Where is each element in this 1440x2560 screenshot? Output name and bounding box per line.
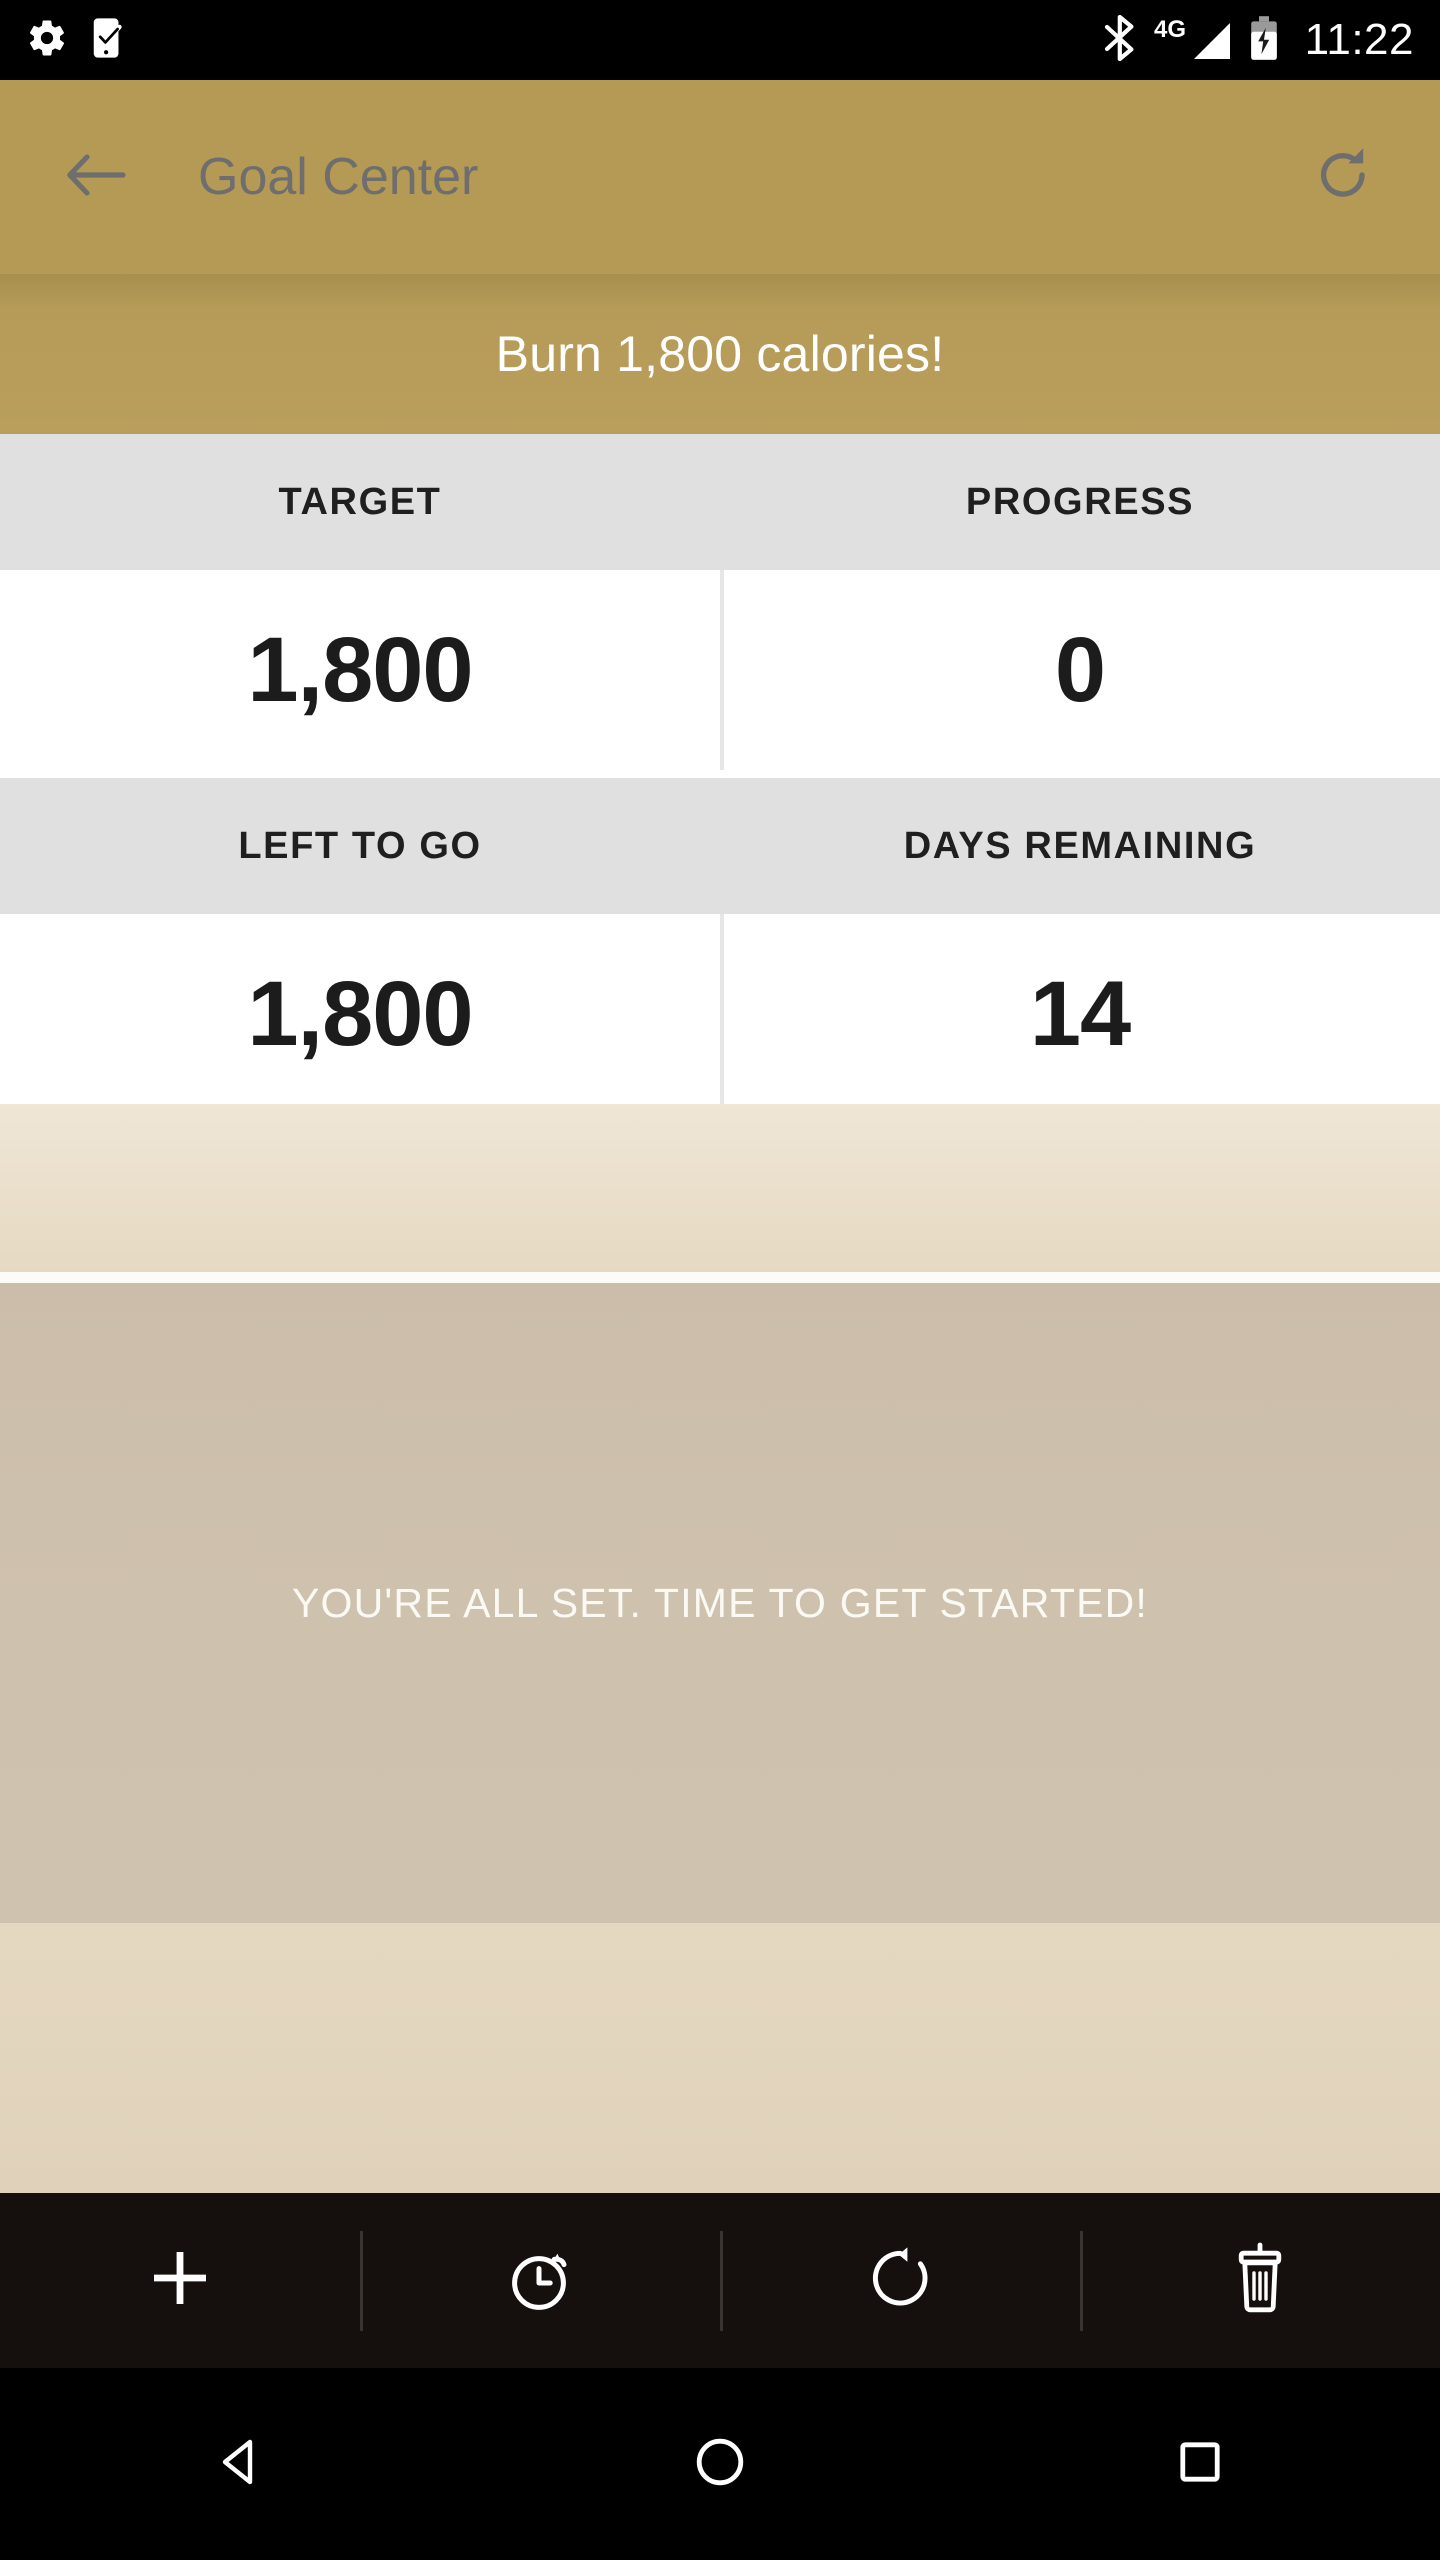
stat-value-progress: 0 <box>1054 619 1106 721</box>
stats-grid: TARGET PROGRESS 1,800 0 LEFT TO GO DAYS … <box>0 434 1440 1114</box>
delete-button[interactable] <box>1080 2193 1440 2368</box>
stats-header-row: TARGET PROGRESS <box>0 434 1440 570</box>
status-bar-clock: 11:22 <box>1304 15 1414 64</box>
refresh-button[interactable] <box>1302 135 1386 219</box>
page-title: Goal Center <box>198 148 479 206</box>
bluetooth-icon <box>1103 14 1137 66</box>
timer-button[interactable] <box>360 2193 720 2368</box>
stat-label-left-to-go: LEFT TO GO <box>238 824 482 867</box>
stat-value-target: 1,800 <box>247 619 473 721</box>
status-message-text: YOU'RE ALL SET. TIME TO GET STARTED! <box>291 1579 1149 1626</box>
stat-label-progress: PROGRESS <box>965 480 1195 523</box>
nav-back-button[interactable] <box>0 2368 480 2560</box>
stat-value-cell-target: 1,800 <box>0 570 720 770</box>
stat-label-target: TARGET <box>278 480 442 523</box>
phone-screen: 4G 11:22 Goal Center Burn 1,800 calories… <box>0 0 1440 2560</box>
rotate-ccw-icon <box>865 2243 935 2318</box>
android-navigation-bar <box>0 2368 1440 2560</box>
stats-value-row: 1,800 0 <box>0 570 1440 770</box>
network-4g-icon: 4G <box>1154 15 1232 66</box>
phone-checkmark-icon <box>90 16 130 65</box>
stat-value-cell-days-remaining: 14 <box>720 914 1440 1114</box>
stat-header-cell-target: TARGET <box>0 434 720 570</box>
back-button[interactable] <box>54 135 138 219</box>
status-bar-right-icons: 4G 11:22 <box>1103 14 1414 66</box>
stat-value-cell-left-to-go: 1,800 <box>0 914 720 1114</box>
add-button[interactable] <box>0 2193 360 2368</box>
status-message-panel: YOU'RE ALL SET. TIME TO GET STARTED! <box>0 1283 1440 1923</box>
refresh-icon <box>1314 145 1374 210</box>
stat-value-left-to-go: 1,800 <box>247 963 473 1065</box>
goal-banner-text: Burn 1,800 calories! <box>495 326 945 382</box>
stat-value-cell-progress: 0 <box>720 570 1440 770</box>
arrow-left-icon <box>65 149 127 206</box>
background-band-lower <box>0 1923 1440 2193</box>
svg-text:4G: 4G <box>1154 16 1186 43</box>
settings-gear-icon <box>26 17 68 64</box>
circle-icon <box>694 2436 746 2493</box>
background-divider <box>0 1272 1440 1283</box>
status-bar: 4G 11:22 <box>0 0 1440 80</box>
alarm-clock-icon <box>505 2243 575 2318</box>
stats-value-row: 1,800 14 <box>0 914 1440 1114</box>
triangle-left-icon <box>212 2434 268 2495</box>
status-bar-left-icons <box>26 16 130 65</box>
stat-label-days-remaining: DAYS REMAINING <box>903 824 1257 867</box>
stat-header-cell-days-remaining: DAYS REMAINING <box>720 778 1440 914</box>
reset-button[interactable] <box>720 2193 1080 2368</box>
stats-row-separator <box>0 770 1440 778</box>
battery-charging-icon <box>1249 15 1279 66</box>
plus-icon <box>147 2245 213 2316</box>
goal-banner: Burn 1,800 calories! <box>0 274 1440 434</box>
nav-recents-button[interactable] <box>960 2368 1440 2560</box>
bottom-toolbar <box>0 2193 1440 2368</box>
background-band-upper <box>0 1104 1440 1272</box>
square-icon <box>1176 2438 1224 2491</box>
app-bar: Goal Center <box>0 80 1440 274</box>
stat-header-cell-left-to-go: LEFT TO GO <box>0 778 720 914</box>
stat-header-cell-progress: PROGRESS <box>720 434 1440 570</box>
stat-value-days-remaining: 14 <box>1029 963 1131 1065</box>
stats-header-row: LEFT TO GO DAYS REMAINING <box>0 778 1440 914</box>
nav-home-button[interactable] <box>480 2368 960 2560</box>
trash-icon <box>1228 2242 1292 2319</box>
